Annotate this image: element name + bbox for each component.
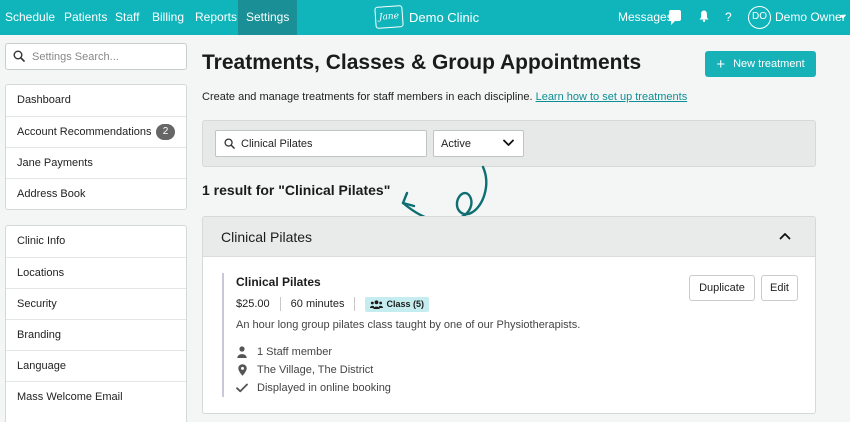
avatar[interactable]: DO [748,6,771,29]
staff-row: 1 Staff member [236,345,332,359]
sidebar-item-jane-payments[interactable]: Jane Payments [6,147,186,178]
treatment-price: $25.00 [236,298,270,310]
status-value: Active [441,138,471,150]
online-booking-row: Displayed in online booking [236,381,391,395]
brand[interactable]: Jane Demo Clinic [374,5,480,29]
sidebar-item-label: Address Book [17,188,86,200]
settings-search-input[interactable] [32,48,182,66]
search-value: Clinical Pilates [241,138,313,150]
search-icon [13,50,25,62]
sidebar-item-locations[interactable]: Locations [6,257,186,288]
new-treatment-label: New treatment [733,58,805,70]
nav-billing[interactable]: Billing [152,0,184,35]
staff-count: 1 Staff member [257,346,332,358]
settings-search[interactable] [5,43,187,70]
sidebar-item-dashboard[interactable]: Dashboard [6,85,186,116]
duplicate-button[interactable]: Duplicate [689,275,755,301]
checkmark-icon [236,383,248,393]
treatment-meta: $25.00 60 minutes Class (5) [236,296,429,312]
new-treatment-button[interactable]: + New treatment [705,51,816,77]
sidebar-item-label: Clinic Info [17,235,66,247]
person-icon [236,346,248,358]
subtitle-text: Create and manage treatments for staff m… [202,91,533,103]
class-badge: Class (5) [365,296,429,312]
treatment-description: An hour long group pilates class taught … [236,319,581,331]
chevron-down-icon[interactable] [840,15,846,19]
plus-icon: + [716,55,726,73]
sidebar-item-label: Jane Payments [17,157,93,169]
result-count: 1 result for "Clinical Pilates" [202,182,391,198]
sidebar-item-label: Dashboard [17,94,71,106]
nav-patients[interactable]: Patients [64,0,107,35]
sidebar-item-mass-welcome-email[interactable]: Mass Welcome Email [6,381,186,412]
locations-row: The Village, The District [236,363,373,377]
sidebar-item-label: Locations [17,267,65,279]
sidebar-item-security[interactable]: Security [6,288,186,319]
jane-logo: Jane [374,5,404,29]
treatment-group-panel: Clinical Pilates Clinical Pilates $25.00… [202,216,816,414]
nav-messages[interactable]: Messages [618,0,673,35]
learn-more-link[interactable]: Learn how to set up treatments [536,91,688,103]
sidebar-item-language[interactable]: Language [6,350,186,381]
sidebar-item-clinic-info[interactable]: Clinic Info [6,226,186,257]
treatment-search-input[interactable]: Clinical Pilates [215,130,427,157]
location-pin-icon [236,364,248,376]
bell-icon[interactable] [699,10,709,22]
treatment-duration: 60 minutes [290,298,345,310]
group-icon [370,299,384,309]
chevron-up-icon[interactable] [779,232,791,240]
clinic-name: Demo Clinic [409,9,480,25]
search-icon [224,138,235,149]
treatment-accent-bar [222,273,224,397]
count-badge: 2 [156,124,175,140]
top-nav: Schedule Patients Staff Billing Reports … [0,0,850,35]
treatment-locations: The Village, The District [257,364,374,376]
sidebar-item-branding[interactable]: Branding [6,319,186,350]
sidebar-item-label: Mass Welcome Email [17,391,123,403]
sidebar-item-address-book[interactable]: Address Book [6,178,186,209]
divider [354,297,356,311]
divider [279,297,281,311]
help-icon[interactable]: ? [725,0,732,35]
nav-reports[interactable]: Reports [195,0,237,35]
sidebar-item-label: Language [17,360,66,372]
sidebar-item-label: Security [17,298,57,310]
class-badge-label: Class (5) [386,299,424,309]
online-booking-status: Displayed in online booking [257,382,391,394]
nav-settings[interactable]: Settings [238,0,298,35]
sidebar-group-clinic: Clinic Info Locations Security Branding … [5,225,187,422]
status-select[interactable]: Active [433,130,524,157]
sidebar-item-label: Branding [17,329,62,341]
user-menu[interactable]: Demo Owner [775,0,846,35]
sidebar-item-label: Account Recommendations [17,126,152,138]
filter-bar: Clinical Pilates Active [202,120,816,167]
page-title: Treatments, Classes & Group Appointments [202,51,642,74]
treatment-group-header[interactable]: Clinical Pilates [203,217,815,257]
treatment-name: Clinical Pilates [236,275,321,289]
chat-bubble-icon[interactable] [669,10,681,25]
treatment-group-title: Clinical Pilates [221,229,313,245]
nav-staff[interactable]: Staff [115,0,139,35]
chevron-down-icon [503,139,514,146]
sidebar-group-account: Dashboard Account Recommendations 2 Jane … [5,84,187,210]
nav-schedule[interactable]: Schedule [5,0,55,35]
edit-button[interactable]: Edit [761,275,798,301]
sidebar-item-account-recommendations[interactable]: Account Recommendations 2 [6,116,186,147]
page-subtitle: Create and manage treatments for staff m… [202,91,687,103]
